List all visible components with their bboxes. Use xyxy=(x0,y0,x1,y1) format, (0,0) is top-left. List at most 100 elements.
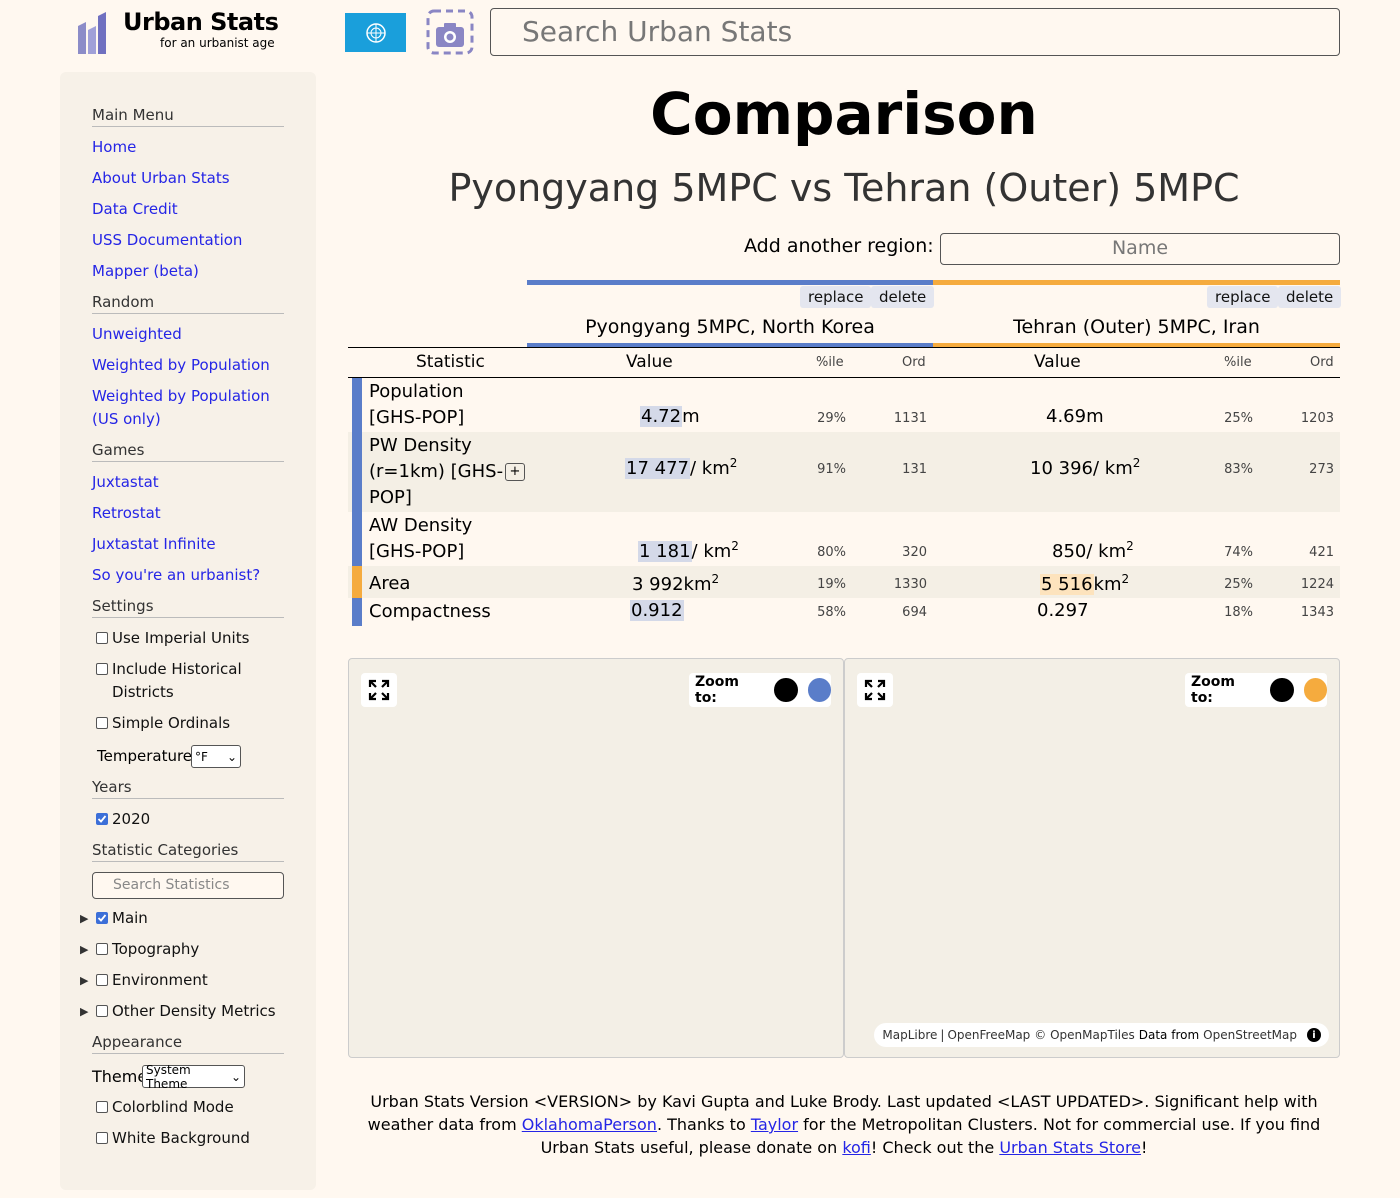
region2-name[interactable]: Tehran (Outer) 5MPC, Iran xyxy=(933,316,1340,338)
historical-districts-checkbox[interactable] xyxy=(96,663,108,675)
white-background-checkbox[interactable] xyxy=(96,1132,108,1144)
simple-ordinals-setting[interactable]: Simple Ordinals xyxy=(96,712,230,735)
region2-color-bar xyxy=(933,280,1340,285)
footer-link-kofi[interactable]: kofi xyxy=(842,1138,871,1157)
zoom-all-button[interactable] xyxy=(1270,678,1294,702)
simple-ordinals-checkbox[interactable] xyxy=(96,717,108,729)
row-marker-aw-density xyxy=(352,512,362,566)
category-environment-checkbox[interactable] xyxy=(96,974,108,986)
table-row: 4.69m xyxy=(1046,406,1104,427)
fullscreen-icon[interactable] xyxy=(857,673,893,707)
unit-aw-density-2: / km xyxy=(1086,541,1127,562)
sidebar-link-weighted-pop[interactable]: Weighted by Population xyxy=(92,354,292,377)
year-2020-checkbox[interactable] xyxy=(96,813,108,825)
superscript-2: 2 xyxy=(1121,572,1130,586)
fullscreen-icon[interactable] xyxy=(361,673,397,707)
expand-pw-density-button[interactable]: + xyxy=(505,463,525,481)
stat-aw-density[interactable]: AW Density [GHS-POP] xyxy=(369,513,519,565)
zoom-to-label: Zoom to: xyxy=(695,674,739,706)
sidebar-link-home[interactable]: Home xyxy=(92,136,292,159)
year-2020-setting[interactable]: 2020 xyxy=(96,808,150,831)
openfreemap-link[interactable]: OpenFreeMap xyxy=(947,1028,1030,1042)
stat-population[interactable]: Population [GHS-POP] xyxy=(369,379,519,431)
stat-pw-density[interactable]: PW Density (r=1km) [GHS-POP] xyxy=(369,433,504,511)
openmaptiles-link[interactable]: © OpenMapTiles xyxy=(1034,1028,1134,1042)
replace-region2-button[interactable]: replace xyxy=(1207,286,1279,308)
sidebar-link-retrostat[interactable]: Retrostat xyxy=(92,502,292,525)
sidebar-link-juxtastat[interactable]: Juxtastat xyxy=(92,471,292,494)
sidebar-link-juxtastat-infinite[interactable]: Juxtastat Infinite xyxy=(92,533,292,556)
white-background-setting[interactable]: White Background xyxy=(96,1127,250,1150)
sidebar-link-weighted-pop-us[interactable]: Weighted by Population (US only) xyxy=(92,385,287,431)
table-row: 0.297 xyxy=(1037,600,1089,621)
table-row: 5 516km2 xyxy=(1040,572,1129,595)
sidebar-link-unweighted[interactable]: Unweighted xyxy=(92,323,292,346)
logo-icon[interactable] xyxy=(76,10,108,54)
pctile-population-1: 29% xyxy=(817,411,846,426)
un-flag-icon[interactable] xyxy=(345,13,406,52)
search-input[interactable]: Search Urban Stats xyxy=(490,8,1340,56)
expand-main-icon[interactable]: ▶ xyxy=(80,912,88,925)
info-icon[interactable]: i xyxy=(1307,1028,1321,1042)
sidebar-link-about[interactable]: About Urban Stats xyxy=(92,167,292,190)
logo-title[interactable]: Urban Stats xyxy=(123,8,279,36)
ord-aw-density-2: 421 xyxy=(1309,545,1334,560)
random-heading: Random xyxy=(92,293,284,314)
zoom-all-button[interactable] xyxy=(774,678,798,702)
theme-select[interactable]: System Theme ⌄ xyxy=(142,1063,245,1091)
category-other-density[interactable]: Other Density Metrics xyxy=(96,1000,276,1023)
footer-link-oklahomaperson[interactable]: OklahomaPerson xyxy=(522,1115,657,1134)
statistics-search-input[interactable]: Search Statistics xyxy=(92,872,284,899)
category-topography-checkbox[interactable] xyxy=(96,943,108,955)
historical-districts-setting[interactable]: Include Historical Districts xyxy=(96,658,276,704)
footer-text: ! xyxy=(1141,1138,1148,1157)
col-header-pctile-1: %ile xyxy=(816,355,844,370)
map-region2[interactable]: Zoom to: MapLibre | OpenFreeMap © OpenMa… xyxy=(844,658,1340,1058)
footer-link-store[interactable]: Urban Stats Store xyxy=(999,1138,1141,1157)
stat-area[interactable]: Area xyxy=(369,571,519,597)
sidebar-link-urbanist-quiz[interactable]: So you're an urbanist? xyxy=(92,564,292,587)
category-environment[interactable]: Environment xyxy=(96,969,208,992)
replace-region1-button[interactable]: replace xyxy=(800,286,872,308)
sidebar-link-mapper[interactable]: Mapper (beta) xyxy=(92,260,292,283)
add-region-input[interactable]: Name xyxy=(940,233,1340,265)
delete-region2-button[interactable]: delete xyxy=(1278,286,1342,308)
years-heading: Years xyxy=(92,778,284,799)
col-header-ord-1: Ord xyxy=(902,355,926,370)
category-topography-label: Topography xyxy=(112,940,200,958)
screenshot-icon[interactable] xyxy=(426,9,474,55)
col-header-value-2: Value xyxy=(1034,352,1081,372)
sidebar-link-uss-docs[interactable]: USS Documentation xyxy=(92,229,292,252)
colorblind-setting[interactable]: Colorblind Mode xyxy=(96,1096,234,1119)
expand-environment-icon[interactable]: ▶ xyxy=(80,974,88,987)
value-aw-density-2: 850 xyxy=(1052,541,1087,562)
maplibre-link[interactable]: MapLibre xyxy=(882,1028,937,1042)
expand-topography-icon[interactable]: ▶ xyxy=(80,943,88,956)
category-other-density-checkbox[interactable] xyxy=(96,1005,108,1017)
category-main[interactable]: Main xyxy=(96,907,148,930)
category-topography[interactable]: Topography xyxy=(96,938,199,961)
osm-link[interactable]: OpenStreetMap xyxy=(1203,1028,1297,1042)
historical-districts-label: Include Historical Districts xyxy=(112,660,242,701)
pctile-compactness-1: 58% xyxy=(817,605,846,620)
imperial-units-checkbox[interactable] xyxy=(96,632,108,644)
col-header-ord-2: Ord xyxy=(1310,355,1334,370)
superscript-2: 2 xyxy=(711,572,720,586)
zoom-region2-button[interactable] xyxy=(1303,678,1327,702)
temperature-unit-select[interactable]: °F ⌄ xyxy=(191,745,241,768)
zoom-region1-button[interactable] xyxy=(807,678,831,702)
category-main-checkbox[interactable] xyxy=(96,912,108,924)
footer-link-taylor[interactable]: Taylor xyxy=(751,1115,798,1134)
stat-compactness[interactable]: Compactness xyxy=(369,599,519,625)
map-region1[interactable]: Zoom to: xyxy=(348,658,844,1058)
colorblind-checkbox[interactable] xyxy=(96,1101,108,1113)
category-environment-label: Environment xyxy=(112,971,208,989)
region1-name[interactable]: Pyongyang 5MPC, North Korea xyxy=(527,316,933,338)
unit-area-2: km xyxy=(1093,574,1122,595)
sidebar-link-data-credit[interactable]: Data Credit xyxy=(92,198,292,221)
table-row: 4.72m xyxy=(640,406,700,427)
delete-region1-button[interactable]: delete xyxy=(871,286,935,308)
expand-other-density-icon[interactable]: ▶ xyxy=(80,1005,88,1018)
imperial-units-setting[interactable]: Use Imperial Units xyxy=(96,627,249,650)
ord-compactness-1: 694 xyxy=(902,605,927,620)
